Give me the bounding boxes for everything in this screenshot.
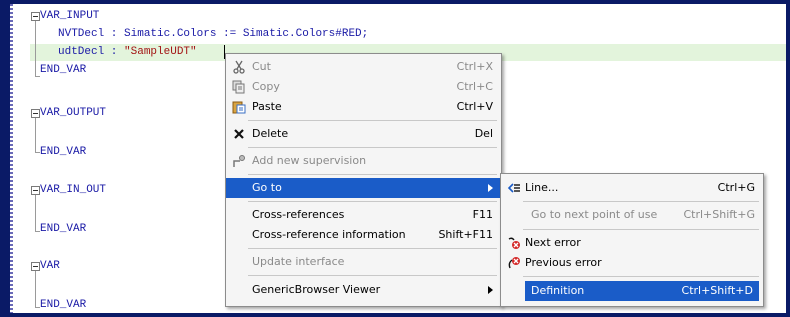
- fold-line: [35, 195, 36, 231]
- submenu-arrow-icon: [488, 184, 493, 192]
- submenu-item-line[interactable]: Line... Ctrl+G: [501, 178, 763, 198]
- code-var-input: VAR_INPUT: [40, 10, 100, 22]
- copy-icon: [232, 80, 246, 94]
- menu-separator: [523, 201, 759, 202]
- code-end-var: END_VAR: [40, 146, 87, 158]
- menu-item-cross-references[interactable]: Cross-references F11: [226, 205, 501, 225]
- menu-item-paste[interactable]: Paste Ctrl+V: [226, 97, 501, 117]
- menu-separator: [248, 275, 497, 276]
- submenu-item-definition[interactable]: Definition Ctrl+Shift+D: [525, 281, 759, 301]
- delete-x-icon: [232, 127, 246, 141]
- udt-decl-name: udtDecl :: [58, 46, 125, 58]
- menu-separator: [523, 229, 759, 230]
- code-var: VAR: [40, 260, 60, 272]
- fold-line: [35, 21, 36, 76]
- scissors-icon: [232, 60, 246, 74]
- fold-toggle-var[interactable]: [31, 262, 40, 271]
- menu-separator: [248, 248, 497, 249]
- menu-separator: [523, 276, 759, 277]
- submenu-item-previous-error[interactable]: Previous error: [501, 253, 763, 273]
- goto-submenu: Line... Ctrl+G Go to next point of use C…: [500, 173, 764, 307]
- fold-toggle-var-output[interactable]: [31, 109, 40, 118]
- submenu-item-next-point-of-use[interactable]: Go to next point of use Ctrl+Shift+G: [501, 205, 763, 225]
- menu-separator: [248, 174, 497, 175]
- code-end-var: END_VAR: [40, 64, 87, 76]
- code-udt-decl: udtDecl : "SampleUDT": [58, 44, 197, 60]
- menu-item-cut[interactable]: Cut Ctrl+X: [226, 57, 501, 77]
- code-var-in-out: VAR_IN_OUT: [40, 184, 107, 196]
- fold-toggle-var-in-out[interactable]: [31, 186, 40, 195]
- menu-item-cross-reference-information[interactable]: Cross-reference information Shift+F11: [226, 225, 501, 245]
- menu-separator: [248, 120, 497, 121]
- paste-icon: [232, 100, 246, 114]
- fold-toggle-var-input[interactable]: [31, 12, 40, 21]
- submenu-arrow-icon: [488, 286, 493, 294]
- supervision-icon: [232, 154, 246, 168]
- fold-line: [35, 118, 36, 152]
- menu-item-genericbrowser-viewer[interactable]: GenericBrowser Viewer: [226, 280, 501, 300]
- udt-decl-type: "SampleUDT": [124, 46, 197, 58]
- code-var-output: VAR_OUTPUT: [40, 107, 107, 119]
- menu-item-add-supervision[interactable]: Add new supervision: [226, 151, 501, 171]
- submenu-item-next-error[interactable]: Next error: [501, 233, 763, 253]
- context-menu: Cut Ctrl+X Copy Ctrl+C Paste Ctrl+V Dele…: [225, 53, 502, 307]
- code-end-var: END_VAR: [40, 299, 87, 311]
- menu-item-goto[interactable]: Go to: [226, 178, 501, 198]
- code-end-var: END_VAR: [40, 223, 87, 235]
- fold-line: [35, 271, 36, 307]
- goto-line-icon: [507, 181, 521, 195]
- gutter: [10, 4, 13, 313]
- menu-separator: [248, 201, 497, 202]
- menu-item-copy[interactable]: Copy Ctrl+C: [226, 77, 501, 97]
- menu-separator: [248, 147, 497, 148]
- menu-item-update-interface[interactable]: Update interface: [226, 252, 501, 272]
- menu-item-delete[interactable]: Delete Del: [226, 124, 501, 144]
- code-nvt-decl: NVTDecl : Simatic.Colors := Simatic.Colo…: [58, 28, 369, 40]
- next-error-icon: [507, 236, 521, 250]
- previous-error-icon: [507, 256, 521, 270]
